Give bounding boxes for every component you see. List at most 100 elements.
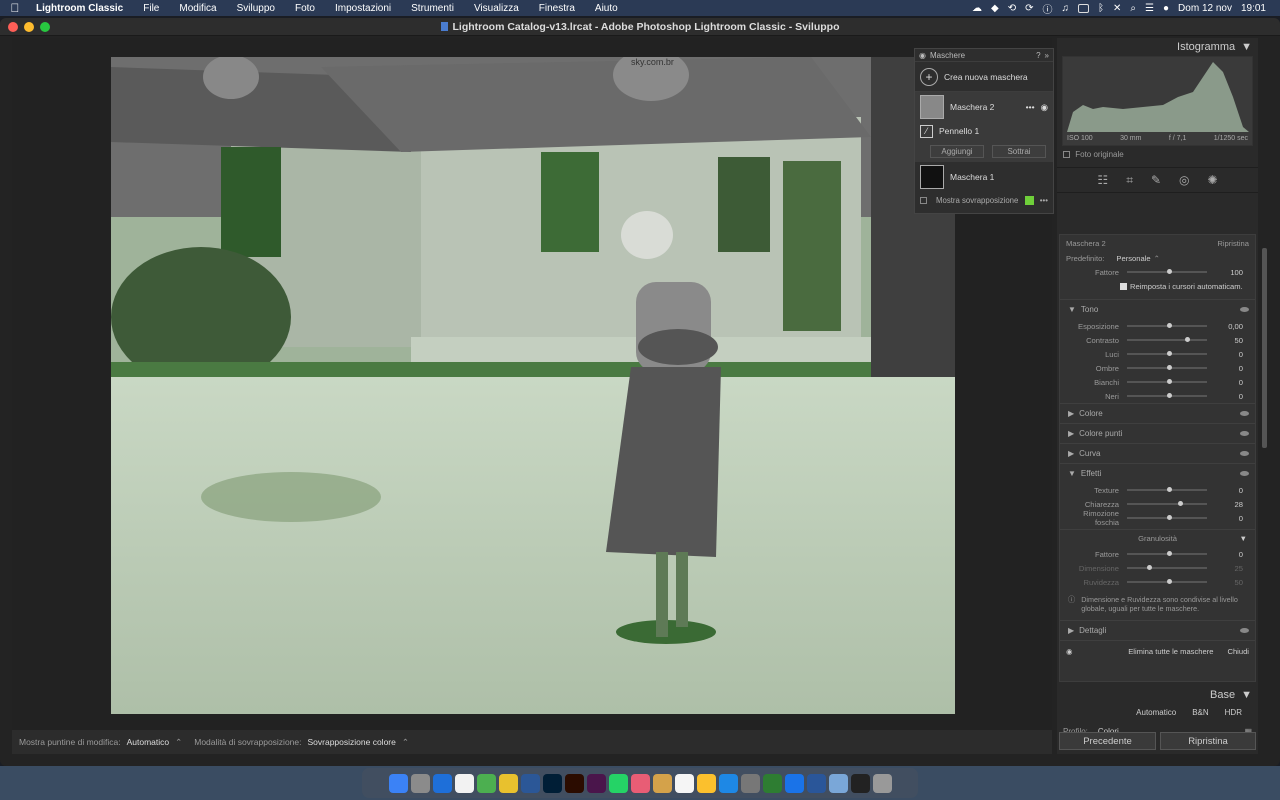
bluetooth-icon[interactable]: ᛒ <box>1098 3 1104 14</box>
preset-chevron-icon[interactable]: ⌃ <box>1154 254 1160 263</box>
slider-knob[interactable] <box>1184 337 1190 342</box>
show-pins-select[interactable]: Automatico <box>127 737 170 747</box>
menu-settings[interactable]: Impostazioni <box>325 3 401 14</box>
dock-whatsapp-icon[interactable]: WhatsApp <box>608 773 628 793</box>
color-eye-icon[interactable] <box>1240 411 1249 416</box>
menu-view[interactable]: Visualizza <box>464 3 529 14</box>
base-title[interactable]: Base <box>1210 689 1235 701</box>
dock-notes-icon[interactable]: Notes <box>696 773 716 793</box>
hdr-button[interactable]: HDR <box>1225 708 1242 717</box>
footer-eye-icon[interactable]: ◉ <box>1066 647 1073 656</box>
dock-docs-icon[interactable]: Docs <box>806 773 826 793</box>
collapse-triangle-icon[interactable]: ▼ <box>1241 689 1252 701</box>
slider-knob[interactable] <box>1147 565 1152 570</box>
grain-slider-row[interactable]: Ruvidezza 50 <box>1060 575 1255 589</box>
histogram[interactable]: ISO 100 30 mm f / 7,1 1/1250 sec <box>1062 56 1253 146</box>
details-eye-icon[interactable] <box>1240 627 1249 633</box>
dock-app-store-icon[interactable]: App Store <box>718 773 738 793</box>
eye-icon[interactable]: ◉ <box>919 51 926 60</box>
close-masks-button[interactable]: Chiudi <box>1227 647 1249 656</box>
show-pins-chevron-icon[interactable]: ⌃ <box>175 737 182 748</box>
menu-app[interactable]: Lightroom Classic <box>30 3 133 14</box>
grain-header[interactable]: Granulosità <box>1138 534 1177 543</box>
delete-all-masks-button[interactable]: Elimina tutte le maschere <box>1128 647 1213 656</box>
collapsed-triangle-icon[interactable]: ▶ <box>1068 409 1074 418</box>
slider-value[interactable]: 50 <box>1207 336 1247 345</box>
original-photo-checkbox[interactable] <box>1063 151 1070 158</box>
slider-track[interactable] <box>1127 551 1207 556</box>
menubar-time[interactable]: 19:01 <box>1241 3 1266 14</box>
mask1-thumbnail[interactable] <box>920 165 944 189</box>
mask2-label[interactable]: Maschera 2 <box>950 102 994 112</box>
slider-knob[interactable] <box>1167 487 1172 492</box>
bw-button[interactable]: B&N <box>1192 708 1208 717</box>
histogram-title[interactable]: Istogramma <box>1177 41 1235 53</box>
color-header[interactable]: Colore <box>1079 409 1103 418</box>
menu-file[interactable]: File <box>133 3 169 14</box>
slider-value[interactable]: 0 <box>1207 486 1247 495</box>
healing-icon[interactable]: ✎ <box>1151 173 1161 187</box>
point-color-header[interactable]: Colore punti <box>1079 429 1122 438</box>
effects-section-header[interactable]: ▼ Effetti <box>1060 463 1255 483</box>
amount-value[interactable]: 100 <box>1207 268 1247 277</box>
menu-edit[interactable]: Modifica <box>169 3 226 14</box>
curve-header[interactable]: Curva <box>1079 449 1100 458</box>
dock-lrc-icon[interactable]: Lrc <box>520 773 540 793</box>
brush-row[interactable]: ⁄ Pennello 1 <box>915 122 1053 140</box>
preset-select[interactable]: Personale <box>1116 254 1150 263</box>
auto-button[interactable]: Automatico <box>1136 708 1176 717</box>
dock-d-icon[interactable]: D <box>762 773 782 793</box>
mask1-label[interactable]: Maschera 1 <box>950 172 994 182</box>
user-icon[interactable]: ● <box>1163 3 1169 14</box>
collapsed-triangle-icon[interactable]: ▶ <box>1068 626 1074 635</box>
visibility-eye-icon[interactable]: ◉ <box>1041 102 1048 113</box>
amount-slider-row[interactable]: Fattore 100 <box>1060 265 1255 279</box>
apple-icon[interactable]:  <box>0 1 30 15</box>
effects-header[interactable]: Effetti <box>1081 469 1101 478</box>
crop-icon[interactable]: ⌗ <box>1126 173 1133 188</box>
overlay-mode-select[interactable]: Sovrapposizione colore <box>308 737 396 747</box>
mask1-row[interactable]: Maschera 1 <box>915 162 1053 192</box>
dock-impostazioni-icon[interactable]: Impostazioni <box>740 773 760 793</box>
menu-photo[interactable]: Foto <box>285 3 325 14</box>
image-area[interactable]: sky.com.br <box>12 38 1052 730</box>
slider-track[interactable] <box>1127 393 1207 398</box>
effects-slider-row[interactable]: Rimozione foschia 0 <box>1060 509 1255 527</box>
help-icon[interactable]: ? <box>1036 51 1040 60</box>
collapse-triangle-icon[interactable]: ▼ <box>1241 41 1252 53</box>
add-button[interactable]: Aggiungi <box>930 144 984 158</box>
control-center-icon[interactable]: ☰ <box>1145 3 1154 14</box>
dock-outlook-icon[interactable]: Outlook <box>432 773 452 793</box>
auto-reset-row[interactable]: Reimposta i cursori automaticam. <box>1060 279 1255 293</box>
sync-icon[interactable]: ⟳ <box>1025 3 1033 14</box>
slider-value[interactable]: 25 <box>1207 564 1247 573</box>
slider-track[interactable] <box>1127 515 1207 520</box>
slider-value[interactable]: 0 <box>1207 514 1247 523</box>
slider-knob[interactable] <box>1167 351 1172 356</box>
dock-calendario-icon[interactable]: Calendario <box>454 773 474 793</box>
panel-scrollbar[interactable] <box>1262 248 1267 448</box>
masks-panel[interactable]: ◉ Maschere ? » + Crea nuova maschera Mas… <box>914 48 1054 214</box>
edit-sliders-icon[interactable]: ☷ <box>1097 173 1108 187</box>
curve-section-header[interactable]: ▶ Curva <box>1060 443 1255 463</box>
effects-slider-row[interactable]: Texture 0 <box>1060 483 1255 497</box>
dock-cartella-icon[interactable]: Cartella <box>828 773 848 793</box>
show-overlay-checkbox[interactable] <box>920 196 927 204</box>
amount-track[interactable] <box>1127 269 1207 274</box>
slider-knob[interactable] <box>1167 365 1172 370</box>
info-icon[interactable]: ⓘ <box>1043 1 1053 16</box>
slider-knob[interactable] <box>1167 551 1172 556</box>
slider-track[interactable] <box>1127 323 1207 328</box>
time-machine-icon[interactable]: ⟲ <box>1008 3 1016 14</box>
menu-develop[interactable]: Sviluppo <box>227 3 285 14</box>
dock-slack-icon[interactable]: Slack <box>586 773 606 793</box>
cloud-icon[interactable]: ☁ <box>972 3 982 14</box>
tone-eye-icon[interactable] <box>1240 307 1249 312</box>
reset-link[interactable]: Ripristina <box>1217 239 1249 248</box>
brush-label[interactable]: Pennello 1 <box>939 126 979 136</box>
tone-slider-row[interactable]: Contrasto 50 <box>1060 333 1255 347</box>
dock-foto-icon[interactable]: Foto <box>630 773 650 793</box>
photo-preview[interactable]: sky.com.br <box>111 57 955 714</box>
create-mask-button[interactable]: Crea nuova maschera <box>944 72 1028 82</box>
slider-knob[interactable] <box>1167 515 1172 520</box>
